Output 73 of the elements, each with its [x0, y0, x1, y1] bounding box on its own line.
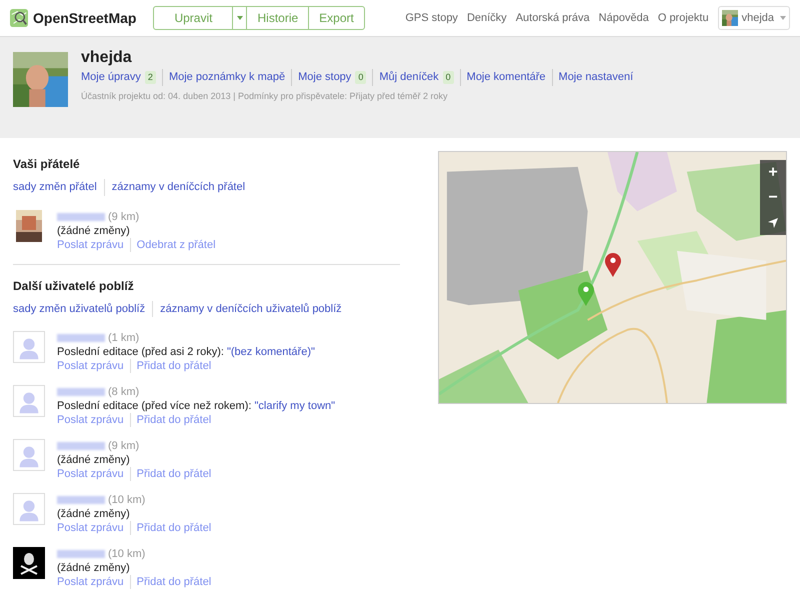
profile-link[interactable]: Můj deníček — [379, 69, 439, 86]
profile-link[interactable]: Moje nastavení — [558, 69, 634, 86]
user-distance: (9 km) — [108, 210, 140, 224]
nav-button[interactable]: Upravit — [154, 7, 232, 29]
default-avatar-icon — [13, 439, 45, 471]
profile-link[interactable]: Moje úpravy — [81, 69, 141, 86]
default-avatar-icon — [13, 493, 45, 525]
caret-icon — [236, 16, 243, 20]
changeset-comment-link[interactable]: "(bez komentáře)" — [226, 346, 315, 358]
blurred-username — [57, 388, 105, 396]
count-badge: 0 — [355, 70, 366, 84]
default-avatar-icon — [13, 385, 45, 417]
logo-icon[interactable] — [10, 9, 28, 27]
nav-button[interactable]: Export — [308, 7, 364, 29]
nav-link[interactable]: GPS stopy — [405, 10, 458, 26]
user-distance: (10 km) — [108, 547, 146, 561]
changeset-comment-link[interactable]: "clarify my town" — [254, 400, 336, 412]
user-status: (žádné změny) — [57, 507, 131, 521]
section-link[interactable]: záznamy v deníčcích přátel — [104, 179, 246, 196]
user-action-link[interactable]: Poslat zprávu — [57, 238, 124, 252]
brand-name[interactable]: OpenStreetMap — [33, 8, 136, 28]
user-distance: (1 km) — [108, 331, 140, 345]
map-marker-icon[interactable] — [578, 282, 594, 306]
blurred-username — [57, 442, 105, 450]
user-action-link[interactable]: Poslat zprávu — [57, 575, 124, 589]
location-arrow-icon — [768, 218, 778, 228]
nav-link[interactable]: Autorská práva — [516, 10, 590, 26]
user-status: (žádné změny) — [57, 561, 131, 575]
user-status: Poslední editace (před více než rokem): "clarify my town" — [57, 399, 336, 413]
caret-icon — [780, 16, 786, 20]
user-action-link[interactable]: Přidat do přátel — [130, 413, 212, 427]
section-link[interactable]: sady změn uživatelů poblíž — [13, 300, 146, 317]
count-badge: 0 — [442, 70, 454, 84]
nav-link[interactable]: Nápověda — [598, 10, 649, 26]
blurred-username — [57, 334, 105, 342]
blurred-username — [57, 212, 105, 220]
user-action-link[interactable]: Přidat do přátel — [130, 575, 212, 589]
user-action-link[interactable]: Odebrat z přátel — [130, 238, 216, 252]
user-action-link[interactable]: Poslat zprávu — [57, 467, 124, 481]
user-distance: (8 km) — [108, 385, 140, 399]
profile-link[interactable]: Moje stopy — [298, 69, 352, 86]
profile-name: vhejda — [81, 48, 133, 68]
zoom-in-button[interactable]: + — [760, 160, 786, 185]
map-marker-icon[interactable] — [605, 253, 621, 277]
user-distance: (10 km) — [108, 493, 146, 507]
nav-link[interactable]: O projektu — [658, 10, 709, 26]
blurred-username — [57, 550, 105, 558]
nav-link[interactable]: Deníčky — [466, 10, 507, 26]
section-title: Vaši přátelé — [13, 156, 81, 173]
section-link[interactable]: záznamy v deníčcích uživatelů poblíž — [152, 300, 342, 317]
nav-button[interactable]: Historie — [246, 7, 308, 29]
user-action-link[interactable]: Přidat do přátel — [130, 359, 212, 373]
user-status: (žádné změny) — [57, 453, 131, 467]
profile-link[interactable]: Moje poznámky k mapě — [168, 69, 286, 86]
count-badge: 2 — [144, 70, 156, 84]
section-title: Další uživatelé poblíž — [13, 278, 135, 294]
user-menu-button[interactable]: vhejda — [718, 6, 790, 30]
user-action-link[interactable]: Přidat do přátel — [130, 521, 212, 535]
section-link[interactable]: sady změn přátel — [13, 179, 97, 196]
profile-info: Účastník projektu od: 04. duben 2013 | Podmínky pro přispěvatele: Přijaty před téměř 2 roky — [81, 90, 449, 103]
user-action-link[interactable]: Poslat zprávu — [57, 359, 124, 373]
zoom-out-button[interactable]: − — [760, 185, 786, 210]
profile-link[interactable]: Moje komentáře — [466, 69, 546, 86]
user-status: (žádné změny) — [57, 224, 131, 238]
user-distance: (9 km) — [108, 439, 140, 453]
blurred-username — [57, 496, 105, 504]
map[interactable]: + − — [438, 151, 787, 404]
user-status: Poslední editace (před asi 2 roky): "(bez komentáře)" — [57, 345, 315, 359]
user-action-link[interactable]: Poslat zprávu — [57, 521, 124, 535]
crossbones-avatar-icon — [13, 547, 45, 579]
user-action-link[interactable]: Přidat do přátel — [130, 467, 212, 481]
user-action-link[interactable]: Poslat zprávu — [57, 413, 124, 427]
default-avatar-icon — [13, 331, 45, 363]
